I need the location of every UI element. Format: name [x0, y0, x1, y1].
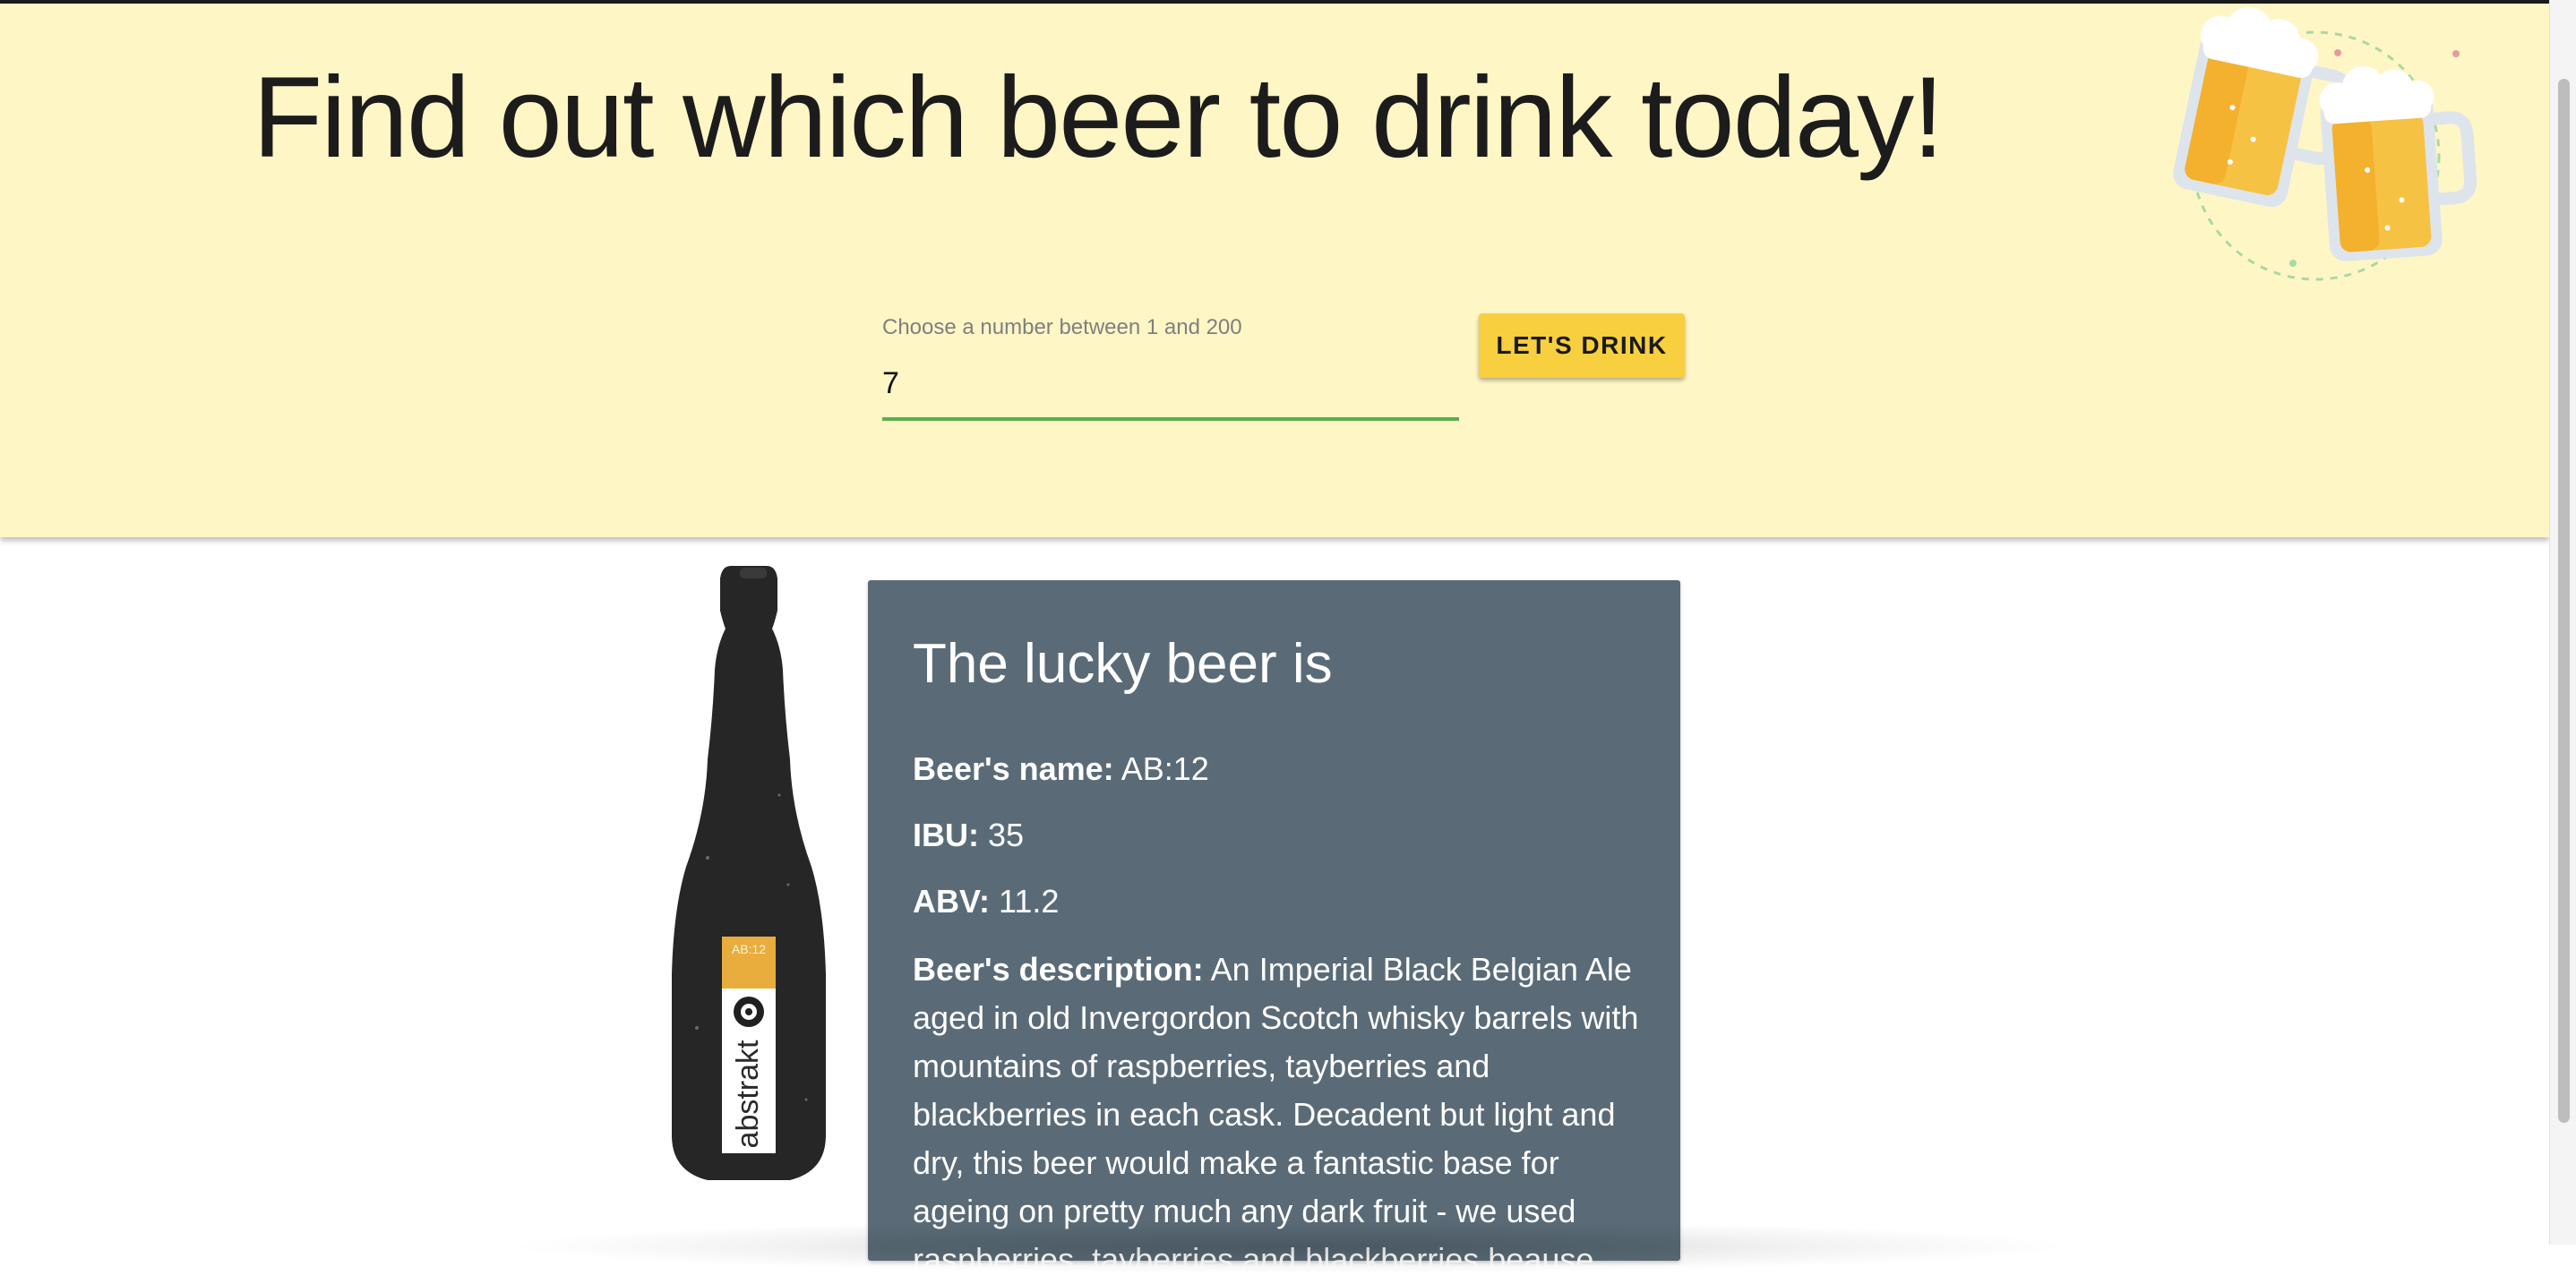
beer-name-row: Beer's name: AB:12	[913, 745, 1209, 793]
bottle-tag: AB:12	[732, 942, 766, 956]
beer-number-label: Choose a number between 1 and 200	[882, 315, 1242, 339]
beer-ibu-label: IBU:	[913, 817, 979, 853]
input-underline	[882, 417, 1459, 421]
page-title: Find out which beer to drink today!	[253, 54, 1945, 182]
bottle-brand: abstrakt	[731, 1040, 765, 1148]
result-title: The lucky beer is	[913, 633, 1333, 695]
beer-number-field: Choose a number between 1 and 200	[882, 315, 1459, 423]
beer-ibu-value: 35	[988, 817, 1025, 853]
beer-abv-row: ABV: 11.2	[913, 877, 1059, 926]
beer-mugs-icon	[2173, 6, 2477, 281]
beer-name-value: AB:12	[1121, 750, 1209, 787]
lets-drink-button[interactable]: LET'S DRINK	[1479, 313, 1685, 378]
beer-bottle-icon: AB:12 abstrakt	[672, 566, 826, 1180]
page-scrollbar[interactable]	[2549, 0, 2576, 1245]
floating-shadow	[502, 1220, 2078, 1273]
beer-abv-value: 11.2	[999, 883, 1060, 920]
beer-result-card: The lucky beer is Beer's name: AB:12 IBU…	[868, 580, 1680, 1278]
beer-description-label: Beer's description:	[913, 951, 1204, 988]
scrollbar-thumb[interactable]	[2558, 79, 2570, 1123]
hero-header: Find out which beer to drink today! Choo…	[0, 4, 2549, 537]
beer-name-label: Beer's name:	[913, 750, 1114, 787]
beer-abv-label: ABV:	[913, 883, 991, 920]
beer-ibu-row: IBU: 35	[913, 811, 1024, 860]
beer-number-input[interactable]	[882, 358, 1459, 408]
